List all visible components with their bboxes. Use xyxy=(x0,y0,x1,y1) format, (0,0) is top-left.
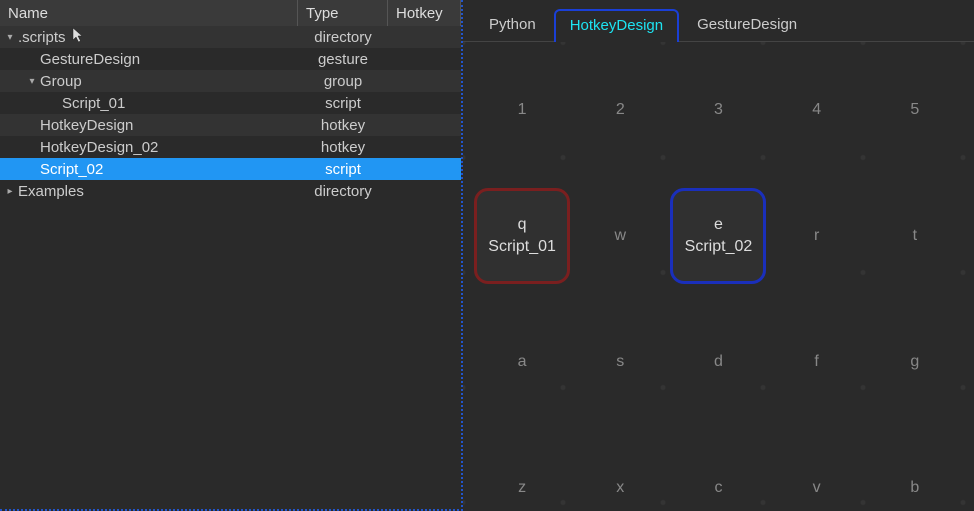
designer-panel: PythonHotkeyDesignGestureDesign 1 2 3 4 5 q Sc… xyxy=(463,0,974,511)
chevron-down-icon[interactable]: ▾ xyxy=(26,76,38,87)
key-v[interactable]: v xyxy=(769,440,865,511)
key-letter: b xyxy=(910,479,919,497)
key-x[interactable]: x xyxy=(572,440,668,511)
key-letter: x xyxy=(616,479,624,497)
key-b[interactable]: b xyxy=(867,440,963,511)
tree-row[interactable]: HotkeyDesign hotkey xyxy=(0,114,461,136)
key-letter: g xyxy=(910,353,919,371)
tree-cell-type: script xyxy=(298,95,388,112)
key-letter: d xyxy=(714,353,723,371)
key-t[interactable]: t xyxy=(867,188,963,284)
tree-row[interactable]: ▾.scriptsdirectory xyxy=(0,26,461,48)
key-g[interactable]: g xyxy=(867,314,963,410)
key-c[interactable]: c xyxy=(670,440,766,511)
tree-row[interactable]: ▸Examplesdirectory xyxy=(0,180,461,202)
key-letter: 4 xyxy=(812,101,821,119)
key-letter: e xyxy=(714,216,723,234)
tree-item-label: Script_02 xyxy=(40,161,103,178)
keyboard-area: 1 2 3 4 5 q Script_01 w e Script_02 r t a s d f g z x c v b xyxy=(463,42,974,511)
key-binding-label: Script_02 xyxy=(685,238,753,256)
key-s[interactable]: s xyxy=(572,314,668,410)
tree-cell-name: HotkeyDesign xyxy=(0,117,298,134)
key-letter: z xyxy=(518,479,526,497)
key-5[interactable]: 5 xyxy=(867,62,963,158)
key-binding-label: Script_01 xyxy=(488,238,556,256)
tree-cell-name: ▾.scripts xyxy=(0,27,298,47)
key-d[interactable]: d xyxy=(670,314,766,410)
tree-row[interactable]: ▾Groupgroup xyxy=(0,70,461,92)
key-binding[interactable]: q Script_01 xyxy=(474,188,570,284)
key-letter: q xyxy=(518,216,527,234)
tree-cell-name: ▾Group xyxy=(0,73,298,90)
key-letter: s xyxy=(616,353,624,371)
column-header-name[interactable]: Name xyxy=(0,0,298,26)
column-header-hotkey[interactable]: Hotkey xyxy=(388,0,461,26)
keyboard-row: zxcvb xyxy=(473,440,964,511)
key-letter: 1 xyxy=(518,101,527,119)
tab-hotkeydesign[interactable]: HotkeyDesign xyxy=(554,9,679,42)
tree-item-label: Examples xyxy=(18,183,84,200)
tree-row[interactable]: Script_01 script xyxy=(0,92,461,114)
tab-python[interactable]: Python xyxy=(473,8,552,41)
tree-cell-type: script xyxy=(298,161,388,178)
tree-cell-name: Script_01 xyxy=(0,95,298,112)
key-r[interactable]: r xyxy=(769,188,865,284)
key-e[interactable]: e Script_02 xyxy=(670,188,766,284)
keyboard-row: q Script_01 w e Script_02 r t xyxy=(473,188,964,284)
cursor-icon xyxy=(72,27,86,47)
tree-cell-type: hotkey xyxy=(298,139,388,156)
tree-cell-name: HotkeyDesign_02 xyxy=(0,139,298,156)
key-letter: f xyxy=(814,353,818,371)
chevron-down-icon[interactable]: ▾ xyxy=(4,32,16,43)
key-letter: w xyxy=(615,227,627,245)
tree-item-label: HotkeyDesign_02 xyxy=(40,139,158,156)
tree-panel: Name Type Hotkey ▾.scriptsdirectoryGestu… xyxy=(0,0,463,511)
tree-header: Name Type Hotkey xyxy=(0,0,461,26)
key-f[interactable]: f xyxy=(769,314,865,410)
tree-cell-name: ▸Examples xyxy=(0,183,298,200)
tree-item-label: HotkeyDesign xyxy=(40,117,133,134)
tree-body: ▾.scriptsdirectoryGestureDesigngesture▾G… xyxy=(0,26,461,202)
column-header-type[interactable]: Type xyxy=(298,0,388,26)
tree-item-label: .scripts xyxy=(18,29,66,46)
tree-cell-type: directory xyxy=(298,29,388,46)
key-letter: v xyxy=(813,479,821,497)
key-letter: t xyxy=(913,227,917,245)
tree-cell-type: directory xyxy=(298,183,388,200)
key-1[interactable]: 1 xyxy=(474,62,570,158)
tree-item-label: GestureDesign xyxy=(40,51,140,68)
tree-row[interactable]: GestureDesign gesture xyxy=(0,48,461,70)
keyboard-row: 1 2 3 4 5 xyxy=(473,62,964,158)
key-2[interactable]: 2 xyxy=(572,62,668,158)
key-q[interactable]: q Script_01 xyxy=(474,188,570,284)
chevron-right-icon[interactable]: ▸ xyxy=(4,186,16,197)
key-4[interactable]: 4 xyxy=(769,62,865,158)
tab-bar: PythonHotkeyDesignGestureDesign xyxy=(463,0,974,42)
tree-cell-type: hotkey xyxy=(298,117,388,134)
keyboard-row: asdfg xyxy=(473,314,964,410)
tree-cell-type: group xyxy=(298,73,388,90)
tree-item-label: Script_01 xyxy=(62,95,125,112)
tree-item-label: Group xyxy=(40,73,82,90)
tree-cell-type: gesture xyxy=(298,51,388,68)
key-3[interactable]: 3 xyxy=(670,62,766,158)
tree-cell-name: GestureDesign xyxy=(0,51,298,68)
tree-row[interactable]: HotkeyDesign_02 hotkey xyxy=(0,136,461,158)
key-letter: a xyxy=(518,353,527,371)
key-letter: 2 xyxy=(616,101,625,119)
key-letter: 5 xyxy=(910,101,919,119)
key-a[interactable]: a xyxy=(474,314,570,410)
tree-cell-name: Script_02 xyxy=(0,161,298,178)
key-letter: r xyxy=(814,227,819,245)
key-binding[interactable]: e Script_02 xyxy=(670,188,766,284)
tab-gesturedesign[interactable]: GestureDesign xyxy=(681,8,813,41)
tree-row[interactable]: Script_02 script xyxy=(0,158,461,180)
key-letter: 3 xyxy=(714,101,723,119)
key-z[interactable]: z xyxy=(474,440,570,511)
key-letter: c xyxy=(714,479,722,497)
key-w[interactable]: w xyxy=(572,188,668,284)
